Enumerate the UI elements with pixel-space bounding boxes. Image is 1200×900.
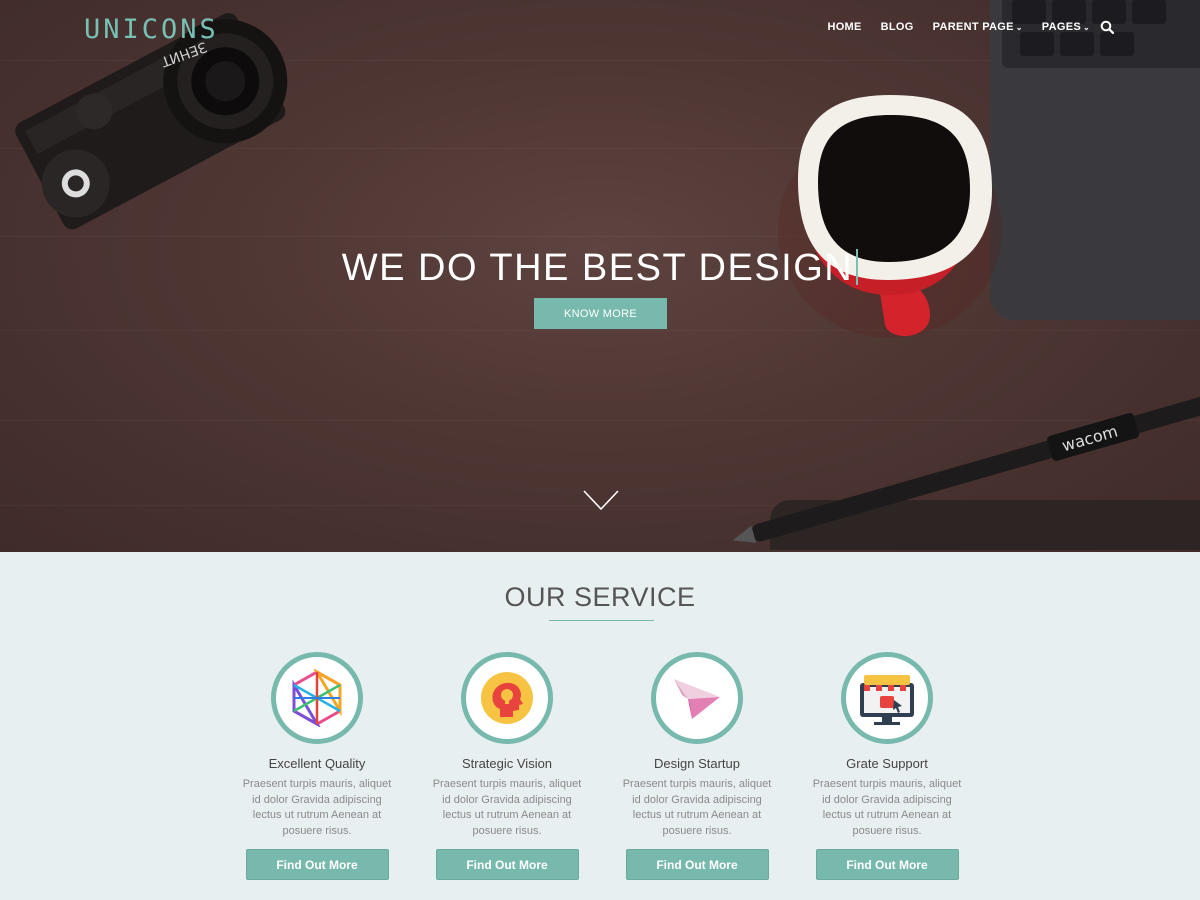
top-navigation: UNICONS HOME BLOG PARENT PAGE ⌄ PAGES ⌄ <box>0 0 1200 56</box>
service-card: Grate Support Praesent turpis mauris, al… <box>812 652 962 880</box>
service-icon-ring <box>461 652 553 744</box>
wood-grain <box>0 330 1200 331</box>
chevron-down-icon: ⌄ <box>1015 22 1023 32</box>
service-description: Praesent turpis mauris, aliquet id dolor… <box>242 778 392 837</box>
service-title: Strategic Vision <box>461 756 553 771</box>
main-menu: HOME BLOG PARENT PAGE ⌄ PAGES ⌄ <box>808 20 1114 34</box>
nav-item-parent-page[interactable]: PARENT PAGE ⌄ <box>933 21 1023 33</box>
service-title: Excellent Quality <box>268 756 366 771</box>
coffee-mug-image <box>778 95 1002 338</box>
nav-item-label: PARENT PAGE <box>932 21 1014 33</box>
geodesic-hexagon-icon <box>292 669 342 727</box>
section-title: OUR SERVICE <box>504 582 696 612</box>
find-out-more-button[interactable]: Find Out More <box>245 849 389 880</box>
nav-item-home[interactable]: HOME <box>827 21 861 33</box>
hero-section: ЗЕНИТ wacom UNICONS HOME BLOG PARENT PAG… <box>0 0 1200 552</box>
service-card: Strategic Vision Praesent turpis mauris,… <box>432 652 582 880</box>
storefront-monitor-icon <box>860 675 914 725</box>
hero-headline-text: WE DO THE BEST DESIGN <box>341 247 854 290</box>
service-icon-ring <box>271 652 363 744</box>
know-more-button[interactable]: KNOW MORE <box>534 298 667 329</box>
typing-cursor <box>856 249 859 286</box>
nav-item-label: BLOG <box>880 21 914 33</box>
chevron-down-icon[interactable] <box>582 488 620 512</box>
find-out-more-button[interactable]: Find Out More <box>625 849 769 880</box>
paper-plane-icon <box>674 679 720 719</box>
service-title: Design Startup <box>654 756 740 771</box>
title-underline <box>549 620 654 621</box>
search-icon[interactable] <box>1100 20 1114 34</box>
nav-item-pages[interactable]: PAGES ⌄ <box>1042 21 1090 33</box>
service-title: Grate Support <box>846 756 928 771</box>
find-out-more-button[interactable]: Find Out More <box>435 849 579 880</box>
service-icon-ring <box>841 652 933 744</box>
service-icon-ring <box>651 652 743 744</box>
stylus-pen-image: wacom <box>732 393 1200 550</box>
site-logo[interactable]: UNICONS <box>84 14 219 45</box>
service-description: Praesent turpis mauris, aliquet id dolor… <box>622 778 772 837</box>
service-description: Praesent turpis mauris, aliquet id dolor… <box>812 778 962 837</box>
head-lightbulb-icon <box>481 672 533 724</box>
service-card: Design Startup Praesent turpis mauris, a… <box>622 652 772 880</box>
chevron-down-icon: ⌄ <box>1082 22 1090 32</box>
hero-headline: WE DO THE BEST DESIGN <box>0 247 1200 290</box>
services-section: OUR SERVICE Excellent Quality Praesent t… <box>0 552 1200 900</box>
nav-item-blog[interactable]: BLOG <box>881 21 914 33</box>
service-description: Praesent turpis mauris, aliquet id dolor… <box>432 778 582 837</box>
nav-item-label: HOME <box>827 21 862 33</box>
find-out-more-button[interactable]: Find Out More <box>815 849 959 880</box>
nav-item-label: PAGES <box>1041 21 1081 33</box>
service-card: Excellent Quality Praesent turpis mauris… <box>242 652 392 880</box>
